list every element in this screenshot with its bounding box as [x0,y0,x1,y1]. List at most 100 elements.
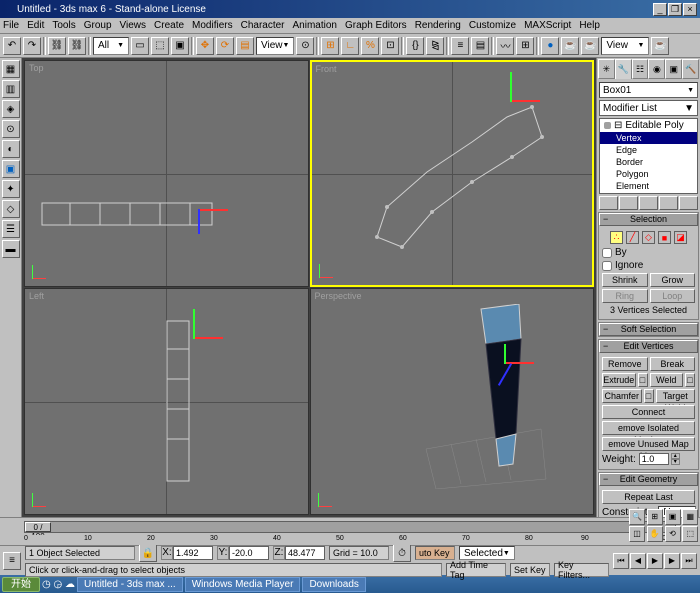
menu-modifiers[interactable]: Modifiers [192,20,233,31]
soft-selection-header[interactable]: Soft Selection [599,323,698,336]
weld-button[interactable]: Weld [650,373,684,387]
subobj-vertex-icon[interactable]: ∴ [610,231,623,244]
shrink-button[interactable]: Shrink [602,273,648,287]
menu-character[interactable]: Character [241,20,285,31]
taskbar-item-wmp[interactable]: Windows Media Player [185,577,301,592]
scale-button[interactable]: ▤ [236,37,254,55]
y-coord-input[interactable] [229,546,269,560]
tab-hierarchy[interactable]: ☷ [632,59,649,79]
menu-create[interactable]: Create [154,20,184,31]
by-vertex-checkbox[interactable] [602,248,612,258]
select-button[interactable]: ▭ [131,37,149,55]
tab-button-4[interactable]: ⊙ [2,120,20,138]
zoom-button[interactable]: 🔍 [629,509,645,525]
stack-edge[interactable]: Edge [600,144,697,156]
mirror-button[interactable]: ⧎ [426,37,444,55]
key-selected-dropdown[interactable]: Selected▼ [459,546,515,560]
timeline[interactable]: 0 / 100 [0,517,700,535]
quick-render-button[interactable]: ☕ [581,37,599,55]
taskbar-item-3dsmax[interactable]: Untitled - 3ds max ... [77,577,183,592]
prev-frame-button[interactable]: ◀ [630,553,646,569]
arc-rotate-button[interactable]: ⟲ [665,526,681,542]
stack-polygon[interactable]: Polygon [600,168,697,180]
object-name-field[interactable]: Box01▼ [599,82,698,98]
move-button[interactable]: ✥ [196,37,214,55]
tab-utilities[interactable]: 🔨 [682,59,699,79]
next-frame-button[interactable]: ▶ [664,553,680,569]
tab-button-9[interactable]: ☰ [2,220,20,238]
menu-maxscript[interactable]: MAXScript [524,20,571,31]
tab-button-2[interactable]: ▥ [2,80,20,98]
viewport-left[interactable]: Left [24,288,309,515]
fov-button[interactable]: ◫ [629,526,645,542]
close-button[interactable]: × [683,3,697,16]
curve-editor-button[interactable]: 〰 [496,37,514,55]
angle-snap-toggle[interactable]: ∟ [341,37,359,55]
remove-unused-button[interactable]: emove Unused Map Vert [602,437,695,451]
maxscript-listener-button[interactable]: ≡ [3,552,21,570]
schematic-button[interactable]: ⊞ [516,37,534,55]
minimize-button[interactable]: _ [653,3,667,16]
extrude-button[interactable]: Extrude [602,373,636,387]
goto-start-button[interactable]: ⏮ [613,553,629,569]
render-button[interactable]: ☕ [651,37,669,55]
selection-filter[interactable]: All▼ [93,37,129,55]
menu-grapheditors[interactable]: Graph Editors [345,20,407,31]
material-editor-button[interactable]: ● [541,37,559,55]
menu-file[interactable]: File [3,20,19,31]
select-region-button[interactable]: ⬚ [151,37,169,55]
x-coord-input[interactable] [173,546,213,560]
ref-coord-dropdown[interactable]: View▼ [256,37,294,55]
subobj-element-icon[interactable]: ◪ [674,231,687,244]
viewport-front[interactable]: Front [310,60,595,287]
select-window-button[interactable]: ▣ [171,37,189,55]
tab-button-8[interactable]: ◇ [2,200,20,218]
ignore-backfacing-checkbox[interactable] [602,261,612,271]
remove-button[interactable]: Remove [602,357,648,371]
tab-display[interactable]: ▣ [665,59,682,79]
undo-button[interactable]: ↶ [3,37,21,55]
rotate-button[interactable]: ⟳ [216,37,234,55]
tab-button-5[interactable]: ◐ [2,140,20,158]
stack-border[interactable]: Border [600,156,697,168]
add-time-tag[interactable]: Add Time Tag [446,563,506,577]
weight-input[interactable] [639,453,669,465]
goto-end-button[interactable]: ⏭ [681,553,697,569]
link-button[interactable]: ⛓ [48,37,66,55]
time-slider[interactable]: 0 / 100 [25,522,51,532]
menu-views[interactable]: Views [120,20,147,31]
key-filters-button[interactable]: Key Filters... [554,563,609,577]
modifier-stack[interactable]: ⊟Editable Poly Vertex Edge Border Polygo… [599,118,698,194]
maximize-button[interactable]: ❐ [668,3,682,16]
zoom-extents-button[interactable]: ▣ [665,509,681,525]
modifier-list-dropdown[interactable]: Modifier List▼ [599,100,698,116]
percent-snap-toggle[interactable]: % [361,37,379,55]
pin-stack-button[interactable] [599,196,618,210]
time-config-button[interactable]: ⏱ [393,544,411,562]
play-button[interactable]: ▶ [647,553,663,569]
taskbar-item-downloads[interactable]: Downloads [302,577,365,592]
connect-button[interactable]: Connect [602,405,695,419]
subobj-polygon-icon[interactable]: ■ [658,231,671,244]
break-button[interactable]: Break [650,357,696,371]
named-sel-button[interactable]: {} [406,37,424,55]
viewport-top[interactable]: Top [24,60,309,287]
lock-selection-button[interactable]: 🔒 [139,544,157,562]
menu-tools[interactable]: Tools [52,20,75,31]
remove-isolated-button[interactable]: emove Isolated Vertice [602,421,695,435]
snap-toggle[interactable]: ⊞ [321,37,339,55]
tab-button-10[interactable]: ▬ [2,240,20,258]
selection-header[interactable]: Selection [599,213,698,226]
zoom-all-button[interactable]: ⊞ [647,509,663,525]
subobj-border-icon[interactable]: ◇ [642,231,655,244]
menu-edit[interactable]: Edit [27,20,44,31]
tab-button-3[interactable]: ◈ [2,100,20,118]
menu-customize[interactable]: Customize [469,20,516,31]
tab-button-7[interactable]: ✦ [2,180,20,198]
unlink-button[interactable]: ⛓ [68,37,86,55]
start-button[interactable]: 开始 [2,577,40,592]
redo-button[interactable]: ↷ [23,37,41,55]
menu-help[interactable]: Help [579,20,600,31]
menu-animation[interactable]: Animation [293,20,337,31]
pan-button[interactable]: ✋ [647,526,663,542]
